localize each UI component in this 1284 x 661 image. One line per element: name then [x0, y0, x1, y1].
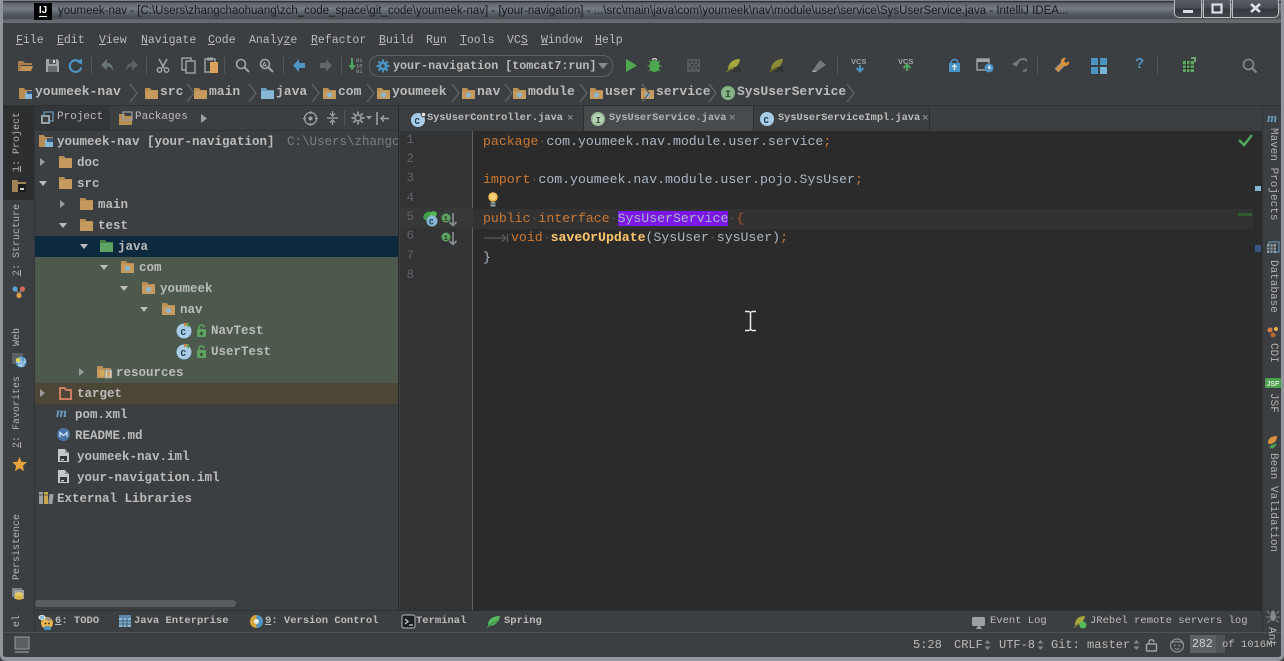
svg-text:A: A [262, 62, 267, 69]
svg-text:C: C [429, 219, 434, 228]
svg-text:C: C [181, 349, 187, 359]
svg-text:VCS: VCS [851, 57, 866, 66]
svg-text:JSF: JSF [1267, 381, 1281, 388]
svg-text:01: 01 [356, 68, 363, 74]
svg-text:JR: JR [775, 67, 784, 74]
svg-text:I: I [725, 90, 731, 101]
svg-text:C: C [764, 116, 770, 126]
svg-text:I: I [596, 116, 601, 126]
svg-text:1: 1 [444, 216, 448, 224]
svg-text:C: C [415, 117, 421, 127]
svg-text:JR: JR [732, 67, 741, 74]
svg-text:1: 1 [444, 235, 448, 243]
svg-text:C: C [181, 328, 187, 338]
